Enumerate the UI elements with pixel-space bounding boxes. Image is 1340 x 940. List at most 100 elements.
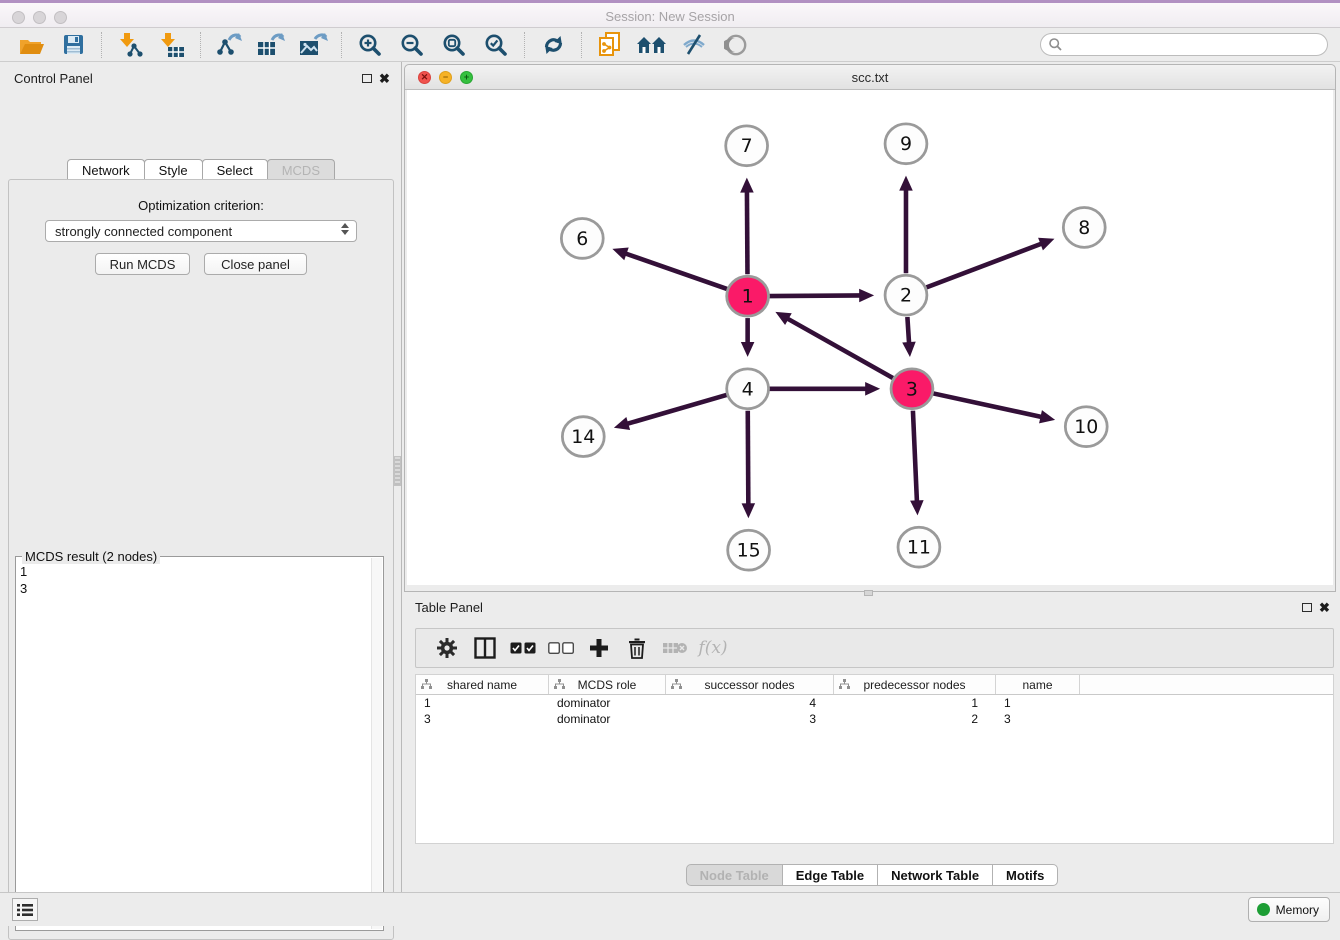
zoom-fit-button[interactable] (433, 30, 475, 60)
graph-node[interactable]: 14 (562, 417, 604, 457)
add-row-button[interactable] (580, 632, 618, 664)
graph-edge[interactable] (740, 178, 754, 275)
graph-edge[interactable] (902, 317, 916, 357)
graph-edge[interactable] (926, 238, 1054, 288)
splitter-grip[interactable] (394, 456, 401, 486)
import-table-button[interactable] (151, 30, 193, 60)
table-panel: Table Panel ✖ (403, 596, 1340, 892)
column-header-mcds-role[interactable]: MCDS role (549, 675, 666, 694)
graph-node[interactable]: 10 (1065, 407, 1107, 447)
tab-style[interactable]: Style (144, 159, 203, 180)
graph-edge[interactable] (770, 382, 881, 396)
graph-node[interactable]: 11 (898, 527, 940, 567)
graph-edge[interactable] (933, 393, 1055, 423)
network-graph[interactable]: 1 2 3 4 6 7 8 9 10 11 14 15 (407, 90, 1333, 585)
table-row[interactable]: 3dominator323 (416, 711, 1333, 727)
graph-edge[interactable] (741, 318, 755, 357)
select-stepper-icon (339, 223, 351, 235)
tab-node-table[interactable]: Node Table (686, 864, 783, 886)
import-network-button[interactable] (109, 30, 151, 60)
column-header-filler (1080, 675, 1333, 694)
tab-motifs[interactable]: Motifs (992, 864, 1058, 886)
save-session-button[interactable] (52, 30, 94, 60)
graph-node[interactable]: 2 (885, 275, 927, 315)
close-panel-button[interactable]: Close panel (204, 253, 307, 275)
open-session-button[interactable] (10, 30, 52, 60)
hide-annotations-button[interactable] (673, 30, 715, 60)
graph-node[interactable]: 8 (1063, 208, 1105, 248)
graph-edge[interactable] (770, 289, 875, 303)
svg-text:3: 3 (906, 378, 918, 400)
refresh-layout-button[interactable] (532, 30, 574, 60)
close-panel-icon[interactable]: ✖ (379, 74, 390, 84)
graph-edge[interactable] (899, 176, 913, 274)
network-canvas[interactable]: 1 2 3 4 6 7 8 9 10 11 14 15 (407, 90, 1333, 585)
close-table-panel-icon[interactable]: ✖ (1319, 603, 1330, 613)
toolbar-separator (524, 32, 525, 58)
search-input[interactable] (1063, 35, 1327, 54)
zoom-selected-button[interactable] (475, 30, 517, 60)
node-table-header: shared name MCDS role successor nodes pr… (416, 675, 1333, 695)
mcds-result-text[interactable]: 13 (20, 563, 369, 926)
search-icon (1048, 37, 1063, 52)
show-graphics-details-button[interactable] (715, 30, 757, 60)
houses-icon (636, 34, 668, 56)
column-header-shared-name[interactable]: shared name (416, 675, 549, 694)
table-settings-button[interactable] (428, 632, 466, 664)
criterion-select[interactable]: strongly connected component (45, 220, 357, 242)
clone-network-button[interactable] (589, 30, 631, 60)
network-window: ✕ − + scc.txt 1 2 3 4 6 7 8 9 10 11 14 15 (404, 64, 1336, 592)
delete-row-button[interactable] (618, 632, 656, 664)
delete-table-button[interactable] (656, 632, 694, 664)
table-cell: 1 (416, 695, 549, 711)
memory-button[interactable]: Memory (1248, 897, 1330, 922)
graph-node[interactable]: 1 (727, 276, 769, 316)
float-panel-icon[interactable] (362, 74, 372, 83)
graph-node[interactable]: 6 (561, 218, 603, 258)
network-window-titlebar[interactable]: ✕ − + scc.txt (405, 65, 1335, 90)
graph-node[interactable]: 3 (891, 369, 933, 409)
window-titlebar: Session: New Session (0, 0, 1340, 28)
show-column-panel-button[interactable] (466, 632, 504, 664)
column-header-name[interactable]: name (996, 675, 1080, 694)
apply-function-button[interactable]: f(x) (694, 632, 732, 664)
column-header-predecessor-nodes[interactable]: predecessor nodes (834, 675, 996, 694)
tab-select[interactable]: Select (202, 159, 268, 180)
graph-node[interactable]: 15 (728, 530, 770, 570)
select-all-button[interactable] (504, 632, 542, 664)
graph-node[interactable]: 9 (885, 124, 927, 164)
graph-node[interactable]: 4 (727, 369, 769, 409)
graph-edge[interactable] (742, 411, 756, 519)
checked-boxes-icon (510, 642, 536, 655)
zoom-fit-icon (442, 33, 466, 57)
main-toolbar (0, 28, 1340, 62)
tab-edge-table[interactable]: Edge Table (782, 864, 878, 886)
result-scrollbar[interactable] (371, 558, 382, 929)
table-row[interactable]: 1dominator411 (416, 695, 1333, 711)
deselect-all-button[interactable] (542, 632, 580, 664)
tab-mcds[interactable]: MCDS (267, 159, 335, 180)
save-icon (63, 34, 84, 55)
graph-edge[interactable] (910, 411, 924, 516)
export-table-button[interactable] (250, 30, 292, 60)
zoom-out-button[interactable] (391, 30, 433, 60)
graph-edge[interactable] (775, 312, 892, 378)
table-cell: 3 (666, 711, 834, 727)
graph-node[interactable]: 7 (726, 126, 768, 166)
run-mcds-button[interactable]: Run MCDS (95, 253, 190, 275)
table-cell: 1 (996, 695, 1080, 711)
show-task-history-button[interactable] (12, 898, 38, 921)
svg-text:1: 1 (742, 286, 754, 308)
first-neighbors-button[interactable] (631, 30, 673, 60)
toolbar-search[interactable] (1040, 33, 1328, 56)
tab-network[interactable]: Network (67, 159, 145, 180)
float-table-panel-icon[interactable] (1302, 603, 1312, 612)
zoom-in-button[interactable] (349, 30, 391, 60)
export-image-button[interactable] (292, 30, 334, 60)
export-network-button[interactable] (208, 30, 250, 60)
graph-edge[interactable] (614, 395, 727, 430)
graph-edge[interactable] (612, 247, 727, 288)
toolbar-separator (581, 32, 582, 58)
tab-network-table[interactable]: Network Table (877, 864, 993, 886)
column-header-successor-nodes[interactable]: successor nodes (666, 675, 834, 694)
